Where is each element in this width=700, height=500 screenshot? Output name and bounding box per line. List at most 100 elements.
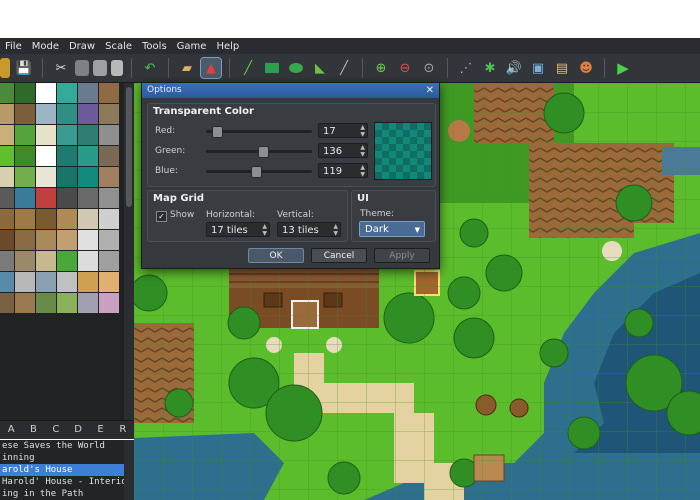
ok-button[interactable]: OK (248, 248, 304, 263)
paste-icon[interactable] (93, 60, 107, 76)
close-icon[interactable]: ✕ (426, 83, 434, 98)
tileset-tile[interactable] (78, 104, 98, 124)
menu-tools[interactable]: Tools (137, 41, 172, 52)
save-icon[interactable]: 💾 (14, 58, 34, 78)
tileset-tile[interactable] (99, 209, 119, 229)
green-spinbox[interactable]: 136 ▲ ▼ (318, 143, 368, 158)
list-item[interactable]: ese Saves the World (0, 440, 134, 452)
tileset-tile[interactable] (57, 293, 77, 313)
tileset-tile[interactable] (0, 167, 14, 187)
tileset-tile[interactable] (57, 167, 77, 187)
tileset-tile[interactable] (99, 230, 119, 250)
tileset-tile[interactable] (57, 146, 77, 166)
tileset-tile[interactable] (0, 251, 14, 271)
list-item[interactable]: inning (0, 452, 134, 464)
tileset-tile[interactable] (78, 167, 98, 187)
tab-a[interactable]: A (0, 421, 22, 439)
copy-icon[interactable] (75, 60, 89, 76)
tileset-scrollbar[interactable] (124, 83, 134, 420)
database-icon[interactable]: ▤ (552, 58, 572, 78)
green-slider-handle[interactable] (257, 146, 269, 158)
tileset-tile[interactable] (57, 188, 77, 208)
tileset-tile[interactable] (36, 104, 56, 124)
tileset-tile[interactable] (78, 251, 98, 271)
tileset-tile[interactable] (15, 293, 35, 313)
tileset-tile[interactable] (36, 251, 56, 271)
delete-icon[interactable] (111, 60, 123, 76)
tileset-tile[interactable] (99, 188, 119, 208)
tileset-tile[interactable] (57, 209, 77, 229)
tab-r[interactable]: R (112, 421, 134, 439)
red-slider-handle[interactable] (212, 126, 224, 138)
blue-spinbox[interactable]: 119 ▲ ▼ (318, 163, 368, 178)
tileset-tile[interactable] (57, 83, 77, 103)
transparent-color-swatch[interactable] (374, 122, 432, 180)
list-item-selected[interactable]: arold's House (0, 464, 134, 476)
tileset-tile[interactable] (78, 209, 98, 229)
spin-arrows-icon[interactable]: ▲ ▼ (360, 144, 365, 158)
tab-d[interactable]: D (67, 421, 89, 439)
character-icon[interactable]: ☻ (576, 58, 596, 78)
spin-arrows-icon[interactable]: ▲ ▼ (360, 164, 365, 178)
apply-button[interactable]: Apply (374, 248, 430, 263)
tileset-tile[interactable] (36, 293, 56, 313)
tileset-tile[interactable] (36, 83, 56, 103)
tileset-tile[interactable] (99, 83, 119, 103)
dialog-titlebar[interactable]: Options ✕ (142, 83, 439, 98)
tileset-tile[interactable] (0, 125, 14, 145)
tileset-tile[interactable] (15, 83, 35, 103)
tileset-tile[interactable] (78, 293, 98, 313)
tileset-tile[interactable] (15, 104, 35, 124)
tileset-tile[interactable] (36, 188, 56, 208)
menu-scale[interactable]: Scale (100, 41, 137, 52)
event-layer-icon[interactable]: ▲ (200, 57, 222, 79)
tileset-tile[interactable] (0, 83, 14, 103)
tileset-panel[interactable] (0, 83, 134, 420)
tileset-tile[interactable] (78, 125, 98, 145)
tileset-tile[interactable] (78, 146, 98, 166)
theme-select[interactable]: Dark ▼ (359, 221, 425, 237)
tileset-tile[interactable] (0, 146, 14, 166)
tileset-tile[interactable] (36, 272, 56, 292)
menu-help[interactable]: Help (211, 41, 244, 52)
menu-mode[interactable]: Mode (27, 41, 64, 52)
list-item[interactable]: ing in the Path (0, 488, 134, 500)
tileset-tile[interactable] (99, 167, 119, 187)
tileset-tile[interactable] (15, 146, 35, 166)
tileset-tile[interactable] (57, 251, 77, 271)
tileset-tile[interactable] (15, 188, 35, 208)
spin-arrows-icon[interactable]: ▲ ▼ (262, 223, 267, 237)
rectangle-icon[interactable] (262, 58, 282, 78)
tileset-tile[interactable] (36, 125, 56, 145)
menu-game[interactable]: Game (172, 41, 212, 52)
tileset-tile[interactable] (57, 230, 77, 250)
tileset-tile[interactable] (15, 272, 35, 292)
tileset-tile[interactable] (78, 272, 98, 292)
tileset-tile[interactable] (36, 209, 56, 229)
tileset-tile[interactable] (36, 230, 56, 250)
tileset-tile[interactable] (15, 125, 35, 145)
tileset-tile[interactable] (0, 230, 14, 250)
tileset-tile[interactable] (0, 272, 14, 292)
tileset-tile[interactable] (99, 272, 119, 292)
tileset-tile[interactable] (0, 293, 14, 313)
shadow-pen-icon[interactable]: ╱ (334, 58, 354, 78)
scrollbar-thumb[interactable] (126, 87, 132, 207)
vertical-spinbox[interactable]: 13 tiles ▲ ▼ (277, 222, 341, 237)
tab-b[interactable]: B (22, 421, 44, 439)
tileset-tile[interactable] (0, 209, 14, 229)
menu-draw[interactable]: Draw (64, 41, 100, 52)
cut-icon[interactable]: ✂ (51, 58, 71, 78)
sound-icon[interactable]: 🔊 (504, 58, 524, 78)
open-icon[interactable] (0, 58, 10, 78)
tileset-tile[interactable] (99, 104, 119, 124)
tileset-tile[interactable] (78, 83, 98, 103)
playtest-icon[interactable]: ▶ (613, 58, 633, 78)
menu-file[interactable]: File (0, 41, 27, 52)
list-item[interactable]: Harold' House - Interior (0, 476, 134, 488)
map-tree-scrollbar[interactable] (124, 440, 134, 500)
resource-icon[interactable]: ▣ (528, 58, 548, 78)
tileset-tile[interactable] (15, 251, 35, 271)
tileset-tile[interactable] (99, 293, 119, 313)
red-spinbox[interactable]: 17 ▲ ▼ (318, 123, 368, 138)
